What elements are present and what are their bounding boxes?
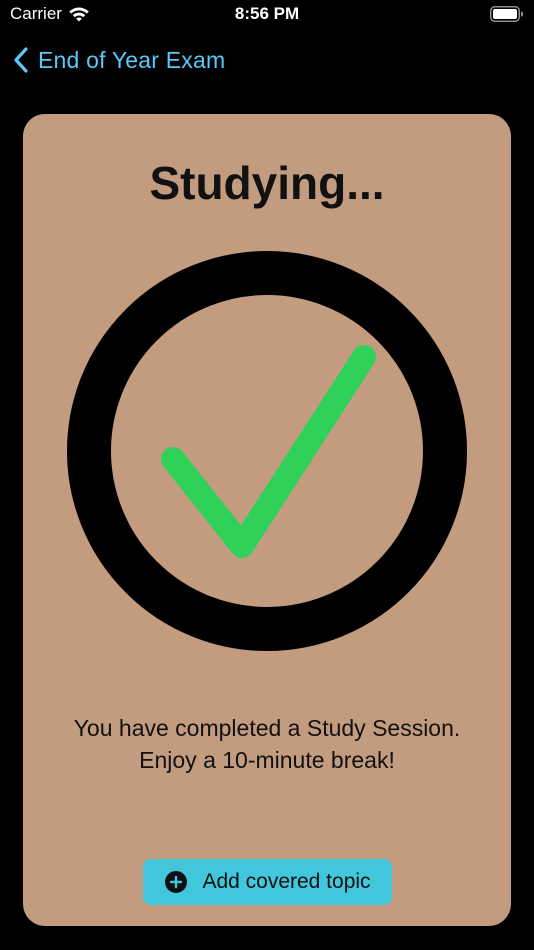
plus-circle-icon <box>165 871 188 893</box>
checkmark-circle-icon <box>67 251 467 651</box>
chevron-left-icon <box>14 47 28 73</box>
back-button[interactable]: End of Year Exam <box>12 44 225 76</box>
status-bar: Carrier 8:56 PM <box>0 0 534 30</box>
back-button-label: End of Year Exam <box>38 46 226 73</box>
battery-icon <box>490 6 524 22</box>
add-covered-topic-button[interactable]: Add covered topic <box>143 859 392 905</box>
add-covered-topic-label: Add covered topic <box>202 870 371 893</box>
message-line-1: You have completed a Study Session. <box>73 715 461 741</box>
status-time: 8:56 PM <box>234 4 300 23</box>
message-line-2: Enjoy a 10-minute break! <box>139 747 395 773</box>
completion-message: You have completed a Study Session. Enjo… <box>23 712 511 776</box>
card-title: Studying... <box>149 157 385 209</box>
